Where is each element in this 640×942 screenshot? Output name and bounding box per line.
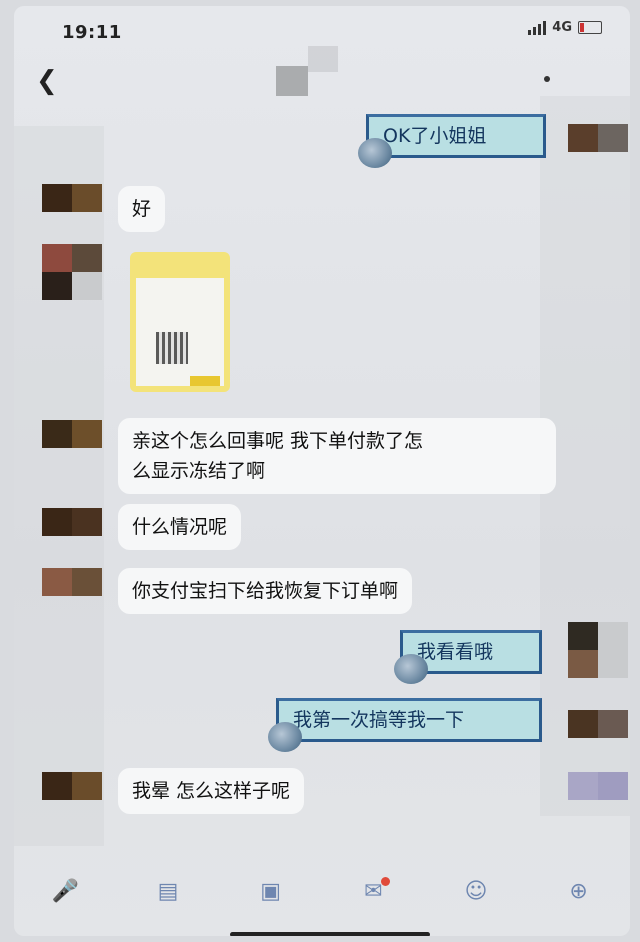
network-label: 4G (552, 20, 572, 35)
message-text: 什么情况呢 (132, 516, 228, 538)
status-time: 19:11 (62, 22, 122, 43)
chevron-left-icon[interactable]: ❮ (36, 68, 58, 94)
message-text: 我看看哦 (417, 641, 494, 663)
avatar[interactable] (42, 420, 102, 448)
message-text-line: 亲这个怎么回事呢 我下单付款了怎 (132, 430, 424, 452)
avatar[interactable] (42, 508, 102, 536)
avatar (568, 772, 628, 800)
emoji-icon[interactable]: ☺ (461, 879, 491, 905)
qr-code-icon (156, 332, 188, 364)
more-icon[interactable] (544, 76, 550, 82)
avatar[interactable] (42, 184, 102, 212)
contact-name-blur (308, 46, 338, 72)
message-text: 你支付宝扫下给我恢复下订单啊 (132, 580, 399, 602)
message-text: OK了小姐姐 (383, 125, 487, 147)
avatar[interactable] (42, 244, 102, 272)
contact-name-blur (276, 66, 308, 96)
notification-dot (381, 877, 391, 886)
avatar (568, 650, 628, 678)
camera-icon[interactable]: ▣ (256, 879, 286, 905)
avatar (42, 272, 102, 300)
message-text: 我第一次搞等我一下 (293, 709, 465, 731)
message-bubble-received: 亲这个怎么回事呢 我下单付款了怎 么显示冻结了啊 (118, 418, 556, 494)
pixelation-left (14, 126, 104, 846)
microphone-icon[interactable]: 🎤 (50, 879, 80, 905)
avatar[interactable] (42, 568, 102, 596)
message-bubble-sent: 我第一次搞等我一下 (276, 698, 542, 742)
avatar[interactable] (568, 710, 628, 738)
message-bubble-received: 好 (118, 186, 166, 232)
message-bubble-sent: OK了小姐姐 (366, 114, 546, 158)
sticker-icon (394, 654, 428, 684)
image-stamp (190, 376, 220, 386)
message-bubble-received: 你支付宝扫下给我恢复下订单啊 (118, 568, 413, 614)
red-packet-icon[interactable]: ✉ (358, 877, 391, 905)
image-icon[interactable]: ▤ (153, 879, 183, 905)
signal-icon (528, 20, 547, 35)
chat-toolbar: 🎤 ▤ ▣ ✉ ☺ ⊕ (14, 872, 630, 912)
message-text-line: 么显示冻结了啊 (132, 460, 266, 482)
avatar[interactable] (568, 622, 628, 650)
message-bubble-received: 我晕 怎么这样子呢 (118, 768, 305, 814)
plus-icon[interactable]: ⊕ (564, 879, 594, 905)
sticker-icon (358, 138, 392, 168)
sticker-icon (268, 722, 302, 752)
image-message[interactable] (130, 252, 230, 392)
home-indicator (230, 932, 430, 936)
message-bubble-received: 什么情况呢 (118, 504, 242, 550)
avatar[interactable] (42, 772, 102, 800)
avatar[interactable] (568, 124, 628, 152)
battery-icon (578, 21, 602, 34)
message-text: 我晕 怎么这样子呢 (132, 780, 291, 802)
chat-screen: 19:11 4G ❮ OK了小姐姐 好 亲这个怎么回事呢 我下单付款了怎 么显示… (14, 6, 630, 936)
status-indicators: 4G (528, 20, 602, 35)
message-text: 好 (132, 198, 152, 220)
